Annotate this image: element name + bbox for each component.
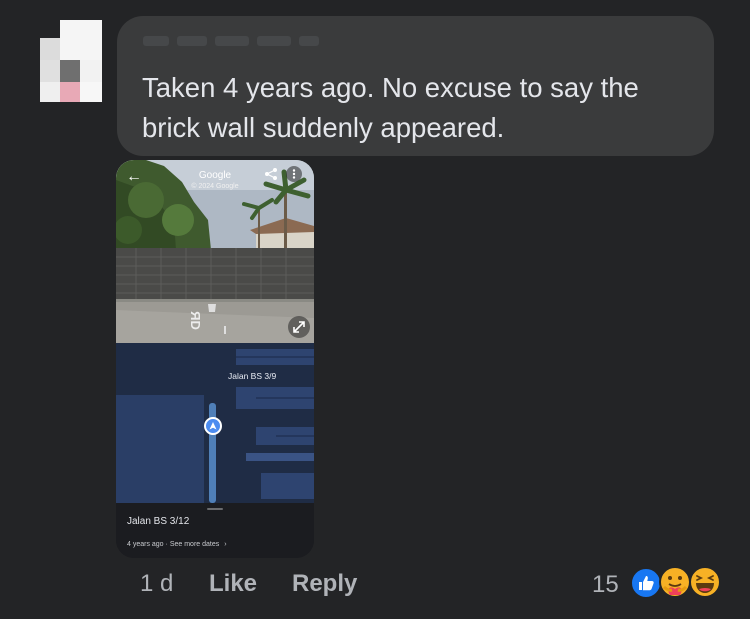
avatar-pixel — [40, 38, 60, 60]
capture-age: 4 years ago — [127, 541, 164, 548]
reaction-count: 15 — [592, 571, 619, 598]
like-button[interactable]: Like — [209, 570, 257, 598]
comment-text: Taken 4 years ago. No excuse to say the … — [142, 72, 639, 143]
avatar-pixel — [60, 82, 80, 102]
avatar-pixel — [40, 60, 60, 82]
more-options-icon[interactable] — [286, 166, 302, 182]
share-icon[interactable] — [264, 167, 278, 186]
mini-map[interactable]: Jalan BS 3/9 — [116, 343, 314, 503]
comment-bubble: Taken 4 years ago. No excuse to say the … — [117, 16, 714, 156]
drag-handle[interactable] — [207, 508, 223, 510]
attached-image[interactable]: ЯD ← Google © 2024 Google Jalan BS 3/9 J… — [116, 160, 314, 558]
chevron-right-icon[interactable]: › — [224, 541, 226, 548]
avatar[interactable] — [40, 20, 102, 102]
avatar-pixel — [80, 82, 102, 102]
copyright-text: © 2024 Google — [191, 183, 239, 190]
capture-date-row: 4 years ago · See more dates › — [127, 541, 227, 548]
avatar-pixel — [40, 82, 60, 102]
location-marker-icon — [204, 417, 222, 435]
location-name: Jalan BS 3/12 — [127, 516, 190, 527]
haha-icon — [688, 565, 722, 599]
care-icon — [658, 565, 692, 599]
map-street-label: Jalan BS 3/9 — [228, 371, 277, 381]
comment-timestamp[interactable]: 1 d — [140, 570, 173, 598]
avatar-pixel — [60, 20, 102, 60]
reactions-summary[interactable]: 15 — [592, 565, 732, 605]
location-info-panel: Jalan BS 3/12 4 years ago · See more dat… — [116, 503, 314, 558]
see-more-dates-link[interactable]: See more dates — [170, 541, 219, 548]
reply-button[interactable]: Reply — [292, 570, 357, 598]
header-title: Google — [198, 170, 232, 181]
road-marking-text: ЯD — [187, 311, 203, 330]
avatar-pixel — [60, 60, 80, 82]
street-view-photo: ЯD ← Google © 2024 Google — [116, 160, 314, 343]
avatar-pixel — [80, 60, 102, 82]
